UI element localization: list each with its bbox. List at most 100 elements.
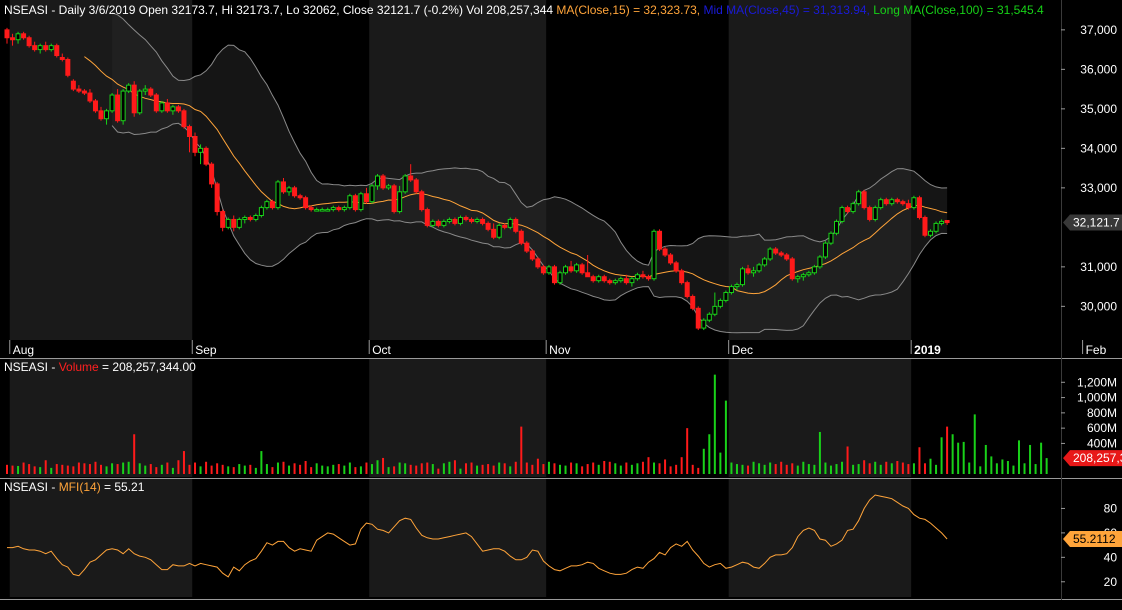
volume-bar	[409, 464, 412, 474]
volume-header-label: Volume	[58, 360, 99, 374]
volume-bar	[55, 464, 58, 474]
candle-body	[568, 266, 574, 272]
candle-body	[430, 220, 436, 226]
candle-body	[762, 258, 768, 266]
volume-bar	[155, 467, 158, 474]
volume-bar	[243, 465, 246, 474]
volume-bar	[382, 457, 385, 474]
volume-bar	[520, 426, 523, 474]
candle-body	[469, 218, 475, 222]
candle-body	[209, 163, 215, 185]
candle-body	[751, 270, 757, 274]
candle-body	[596, 276, 602, 282]
volume-bar	[619, 465, 622, 474]
candle-body	[861, 191, 867, 209]
month-label: Nov	[549, 343, 570, 357]
volume-bar	[393, 466, 396, 474]
volume-bar	[343, 465, 346, 474]
volume-bar	[968, 462, 971, 474]
candle-body	[181, 110, 187, 128]
volume-bar	[293, 463, 296, 474]
candle-body	[10, 37, 16, 41]
candle-body	[784, 254, 790, 260]
volume-bar	[188, 464, 191, 474]
candle-body	[673, 262, 679, 272]
axis-tick-label: 40	[1104, 550, 1118, 564]
axis-tick-label: 36,000	[1080, 62, 1117, 76]
volume-bar	[28, 464, 31, 474]
candle-body	[773, 248, 779, 254]
volume-bar	[182, 451, 185, 474]
volume-bar	[575, 463, 578, 474]
candle-body	[148, 88, 154, 96]
candle-body	[281, 181, 286, 193]
volume-bar	[254, 467, 257, 474]
candle-body	[170, 106, 176, 112]
candle-body	[258, 207, 264, 217]
candle-body	[375, 175, 381, 187]
candle-body	[303, 197, 309, 209]
volume-bar	[133, 434, 136, 474]
candle-body	[408, 175, 414, 181]
candle-body	[358, 193, 364, 211]
candle-body	[115, 94, 121, 122]
candle-body	[739, 268, 745, 286]
axis-tick-label: 1,000M	[1077, 391, 1117, 405]
mfi-last-badge: 55.2112	[1063, 531, 1122, 547]
price-header-long-ma: Long MA(Close,100) = 31,545.4	[873, 3, 1044, 17]
candle-body	[551, 266, 557, 284]
candle-body	[524, 242, 530, 252]
volume-bar	[763, 464, 766, 474]
candle-body	[916, 197, 922, 218]
candle-body	[723, 292, 729, 301]
volume-bar	[122, 462, 125, 474]
candle-body	[822, 242, 828, 258]
volume-bar	[282, 461, 285, 474]
volume-bar	[863, 460, 866, 474]
volume-bar	[299, 464, 302, 474]
candle-body	[612, 280, 618, 284]
candle-body	[76, 88, 82, 92]
candle-body	[701, 319, 707, 329]
volume-bar	[553, 463, 556, 474]
volume-bar	[896, 461, 899, 474]
volume-bar	[901, 462, 904, 474]
volume-bar	[946, 426, 949, 474]
price-last-badge-text: 32,121.7	[1073, 216, 1120, 230]
candle-body	[850, 203, 856, 213]
candle-body	[231, 218, 237, 228]
volume-bar	[597, 464, 600, 474]
volume-bar	[664, 459, 667, 474]
volume-bar	[923, 463, 926, 474]
volume-bar	[304, 461, 307, 474]
volume-bar	[210, 465, 213, 474]
volume-bar	[415, 465, 418, 474]
volume-bar	[774, 464, 777, 474]
candle-body	[629, 278, 635, 284]
volume-bar	[929, 458, 932, 474]
candle-body	[518, 230, 524, 244]
volume-bar	[503, 463, 506, 474]
volume-bar	[387, 467, 390, 474]
candle-body	[242, 216, 248, 220]
volume-bar	[758, 463, 761, 474]
candle-body	[601, 276, 607, 282]
candle-body	[15, 33, 21, 41]
volume-bar	[337, 464, 340, 474]
volume-bar	[564, 465, 567, 474]
candle-body	[214, 183, 220, 213]
candle-body	[297, 195, 303, 199]
volume-bar	[857, 464, 860, 474]
volume-bar	[310, 467, 313, 474]
month-shade-band	[9, 0, 193, 340]
chart-canvas[interactable]: AugSepOctNovDec2019FebMar37,00036,00035,…	[0, 0, 1122, 610]
candle-body	[341, 207, 347, 211]
volume-bar	[1006, 461, 1009, 474]
volume-bar	[11, 465, 14, 474]
candle-body	[839, 207, 845, 222]
volume-bar	[796, 465, 799, 474]
candle-body	[928, 230, 934, 236]
volume-bar	[547, 461, 550, 474]
candle-body	[308, 207, 314, 211]
month-label: Aug	[13, 343, 34, 357]
